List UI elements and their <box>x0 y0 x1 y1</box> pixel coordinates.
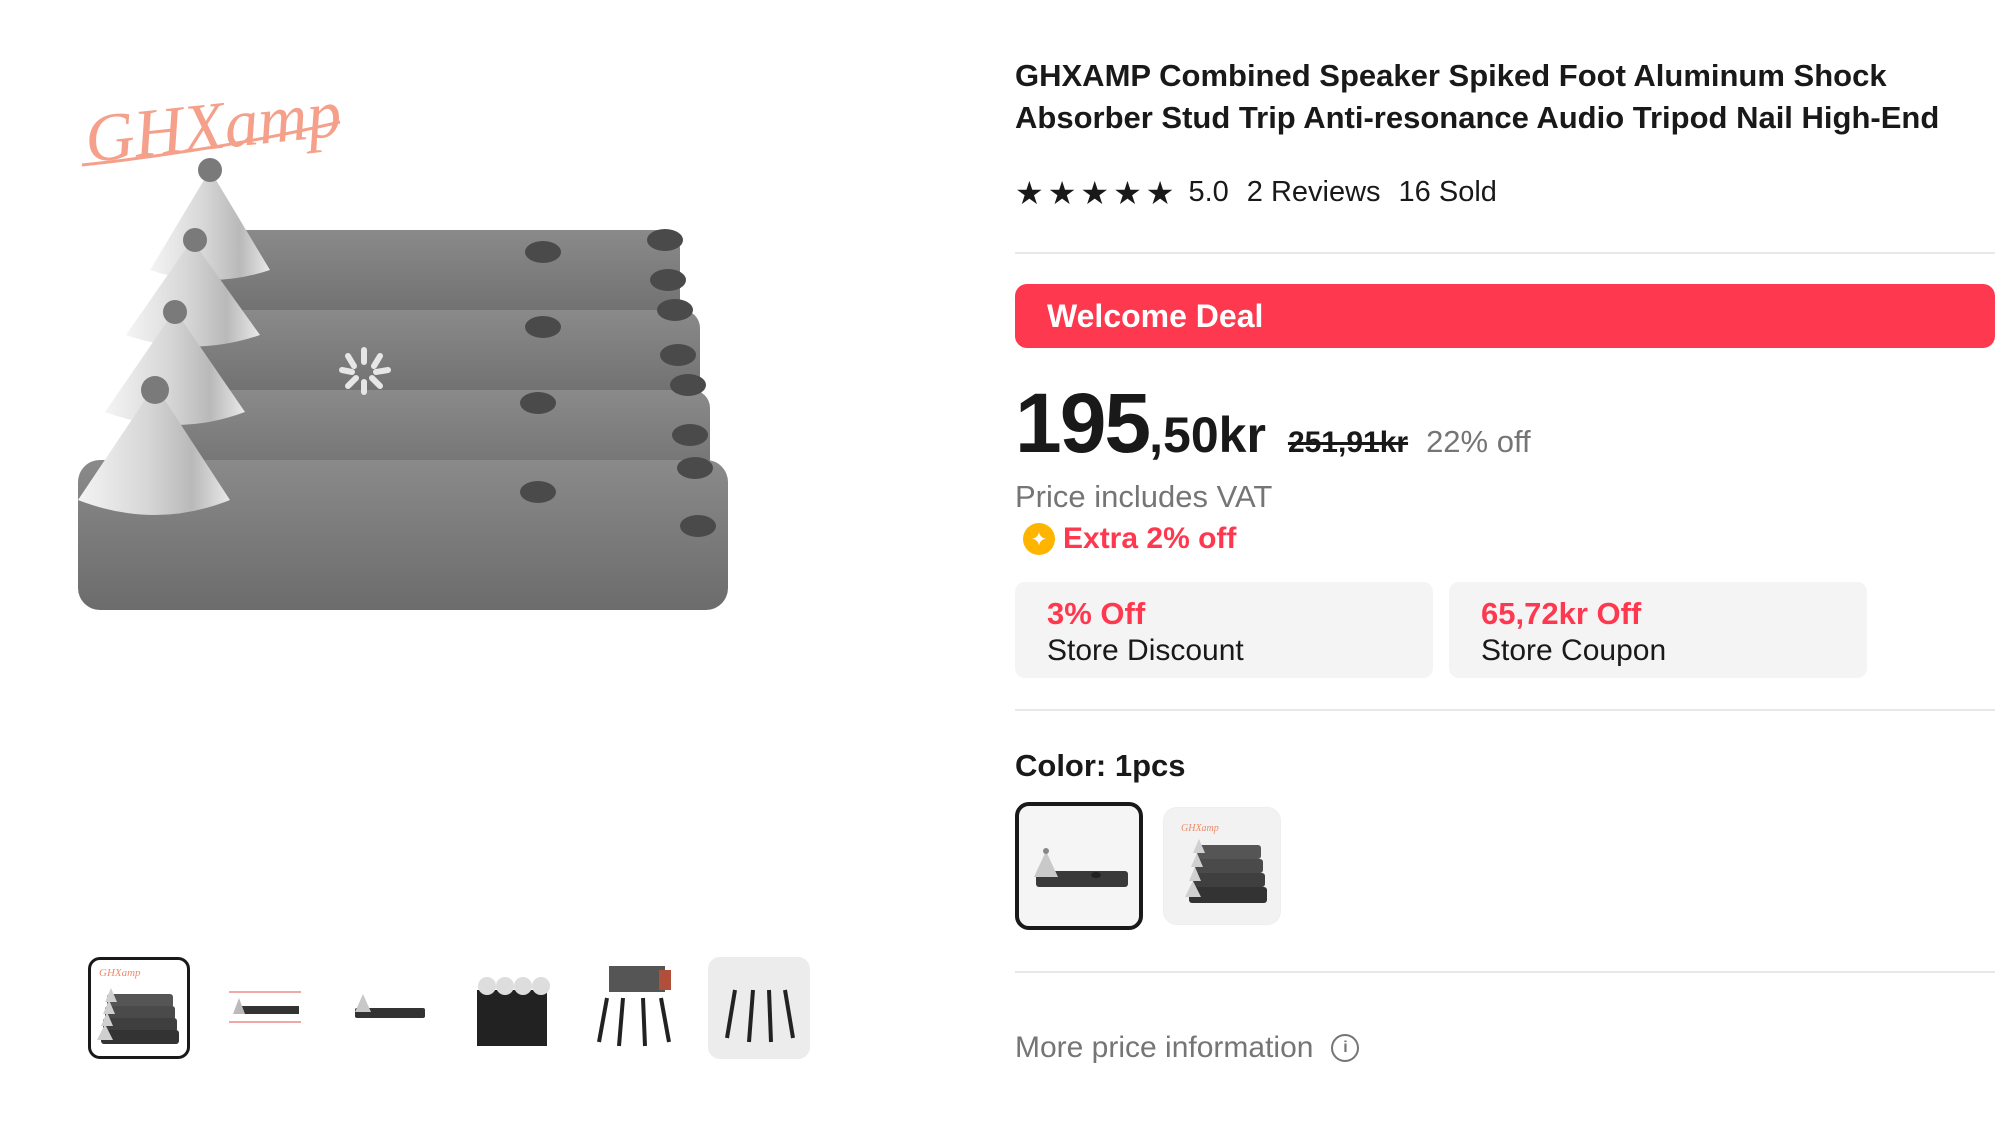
rating-row: ★ ★ ★ ★ ★ 5.0 2 Reviews 16 Sold <box>1015 176 1497 209</box>
thumbnail-4[interactable] <box>460 957 562 1059</box>
reviews-link[interactable]: 2 Reviews <box>1247 176 1381 209</box>
price-decimal: ,50kr <box>1149 407 1266 463</box>
thumbnail-image <box>477 977 550 1046</box>
star-icon: ★ <box>1080 174 1110 211</box>
thumbnail-2[interactable] <box>212 957 314 1059</box>
star-icon: ★ <box>1145 174 1175 211</box>
swatch-image: GHXamp <box>1181 823 1267 903</box>
divider <box>1015 252 1995 254</box>
divider <box>1015 971 1995 973</box>
coupon-value: 3% Off <box>1047 596 1146 631</box>
star-icon: ★ <box>1047 174 1077 211</box>
product-photo: GHXamp <box>78 74 728 610</box>
store-discount-coupon[interactable]: 3% Off Store Discount <box>1015 582 1433 678</box>
color-option-set[interactable]: GHXamp <box>1163 807 1281 925</box>
svg-text:GHXamp: GHXamp <box>99 967 141 979</box>
thumbnail-image <box>355 994 425 1018</box>
thumbnail-image <box>597 966 671 1047</box>
thumbnail-image: GHXamp <box>97 967 179 1044</box>
product-title: GHXAMP Combined Speaker Spiked Foot Alum… <box>1015 58 1940 135</box>
divider <box>1015 709 1995 711</box>
welcome-deal-banner: Welcome Deal <box>1015 284 1995 348</box>
swatch-image <box>1034 848 1128 887</box>
star-rating[interactable]: ★ ★ ★ ★ ★ <box>1015 177 1174 209</box>
color-label: Color: 1pcs <box>1015 748 1186 783</box>
color-swatches: GHXamp <box>1015 802 1281 930</box>
rating-value: 5.0 <box>1188 176 1229 208</box>
main-product-image[interactable]: GHXamp <box>70 40 890 940</box>
coupon-label: Store Coupon <box>1481 634 1667 667</box>
thumbnail-5[interactable] <box>584 957 686 1059</box>
extra-discount[interactable]: ✦ Extra 2% off <box>1015 522 1236 556</box>
extra-discount-label: Extra 2% off <box>1063 522 1237 555</box>
coin-icon: ✦ <box>1023 523 1055 555</box>
original-price: 251,91kr <box>1287 426 1409 459</box>
thumbnail-1[interactable]: GHXamp <box>88 957 190 1059</box>
thumbnail-image <box>229 991 301 1023</box>
store-coupon[interactable]: 65,72kr Off Store Coupon <box>1449 582 1867 678</box>
discount-percent: 22% off <box>1426 424 1531 459</box>
price-row: 195 ,50kr 251,91kr 22% off <box>1015 375 1531 472</box>
star-icon: ★ <box>1113 174 1142 211</box>
coupon-value: 65,72kr Off <box>1481 596 1642 631</box>
more-price-info[interactable]: More price information i <box>1015 1031 1360 1065</box>
star-icon: ★ <box>1015 174 1044 211</box>
thumbnail-image <box>725 989 795 1043</box>
coupon-label: Store Discount <box>1047 634 1244 667</box>
info-icon[interactable]: i <box>1331 1034 1360 1062</box>
sold-count: 16 Sold <box>1398 176 1497 208</box>
vat-note: Price includes VAT <box>1015 479 1273 514</box>
thumbnail-strip: GHXamp <box>88 957 810 1059</box>
price-integer: 195 <box>1015 376 1151 470</box>
thumbnail-3[interactable] <box>336 957 438 1059</box>
svg-text:GHXamp: GHXamp <box>1181 823 1219 834</box>
color-option-1pcs[interactable] <box>1015 802 1143 930</box>
more-price-label: More price information <box>1015 1031 1314 1064</box>
coupon-list: 3% Off Store Discount 65,72kr Off Store … <box>1015 582 1867 678</box>
thumbnail-6[interactable] <box>708 957 810 1059</box>
